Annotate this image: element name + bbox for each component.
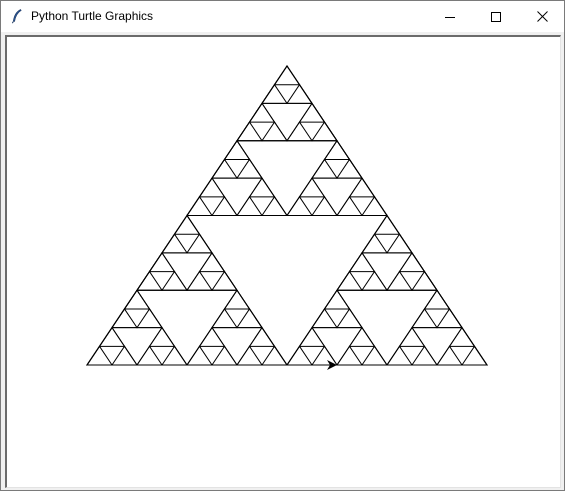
triangle-segment <box>236 121 263 142</box>
triangle-segment <box>123 289 151 310</box>
triangle-segment <box>236 345 263 366</box>
triangle-segment <box>336 345 363 366</box>
triangle-segment <box>261 345 288 366</box>
close-icon <box>536 11 548 22</box>
triangle-segment <box>161 345 188 366</box>
triangle-segment <box>348 177 376 198</box>
triangle-segment <box>148 251 176 273</box>
sierpinski-triangle <box>86 65 488 366</box>
triangle-segment <box>173 214 201 235</box>
triangle-segment <box>223 289 251 310</box>
triangle-segment <box>361 233 388 254</box>
window-title: Python Turtle Graphics <box>31 9 154 23</box>
triangle-segment <box>161 270 188 291</box>
triangle-segment <box>286 121 313 142</box>
triangle-segment <box>361 345 388 366</box>
feather-icon <box>9 8 25 24</box>
triangle-segment <box>198 251 226 273</box>
triangle-segment <box>286 195 313 216</box>
triangle-segment <box>423 289 451 310</box>
triangle-segment <box>186 270 213 291</box>
triangle-segment <box>386 270 413 291</box>
maximize-button[interactable] <box>473 1 519 32</box>
triangle-segment <box>286 83 313 104</box>
triangle-segment <box>261 121 288 142</box>
turtle-canvas-frame[interactable] <box>5 35 561 488</box>
triangle-segment <box>211 345 238 366</box>
triangle-segment <box>336 308 363 329</box>
triangle-segment <box>111 345 138 366</box>
triangle-segment <box>311 308 338 329</box>
triangle-segment <box>448 326 476 347</box>
triangle-segment <box>311 158 338 179</box>
triangle-segment <box>198 177 226 198</box>
triangle-segment <box>211 270 238 291</box>
turtle-window: Python Turtle Graphics <box>0 0 565 491</box>
triangle-segment <box>298 177 326 198</box>
turtle-canvas[interactable] <box>7 37 560 487</box>
triangle-segment <box>198 326 226 347</box>
triangle-segment <box>236 195 263 216</box>
triangle-segment <box>373 214 401 235</box>
triangle-segment <box>398 251 426 273</box>
triangle-segment <box>136 270 163 291</box>
triangle-segment <box>336 158 363 179</box>
triangle-segment <box>323 289 351 310</box>
triangle-segment <box>348 251 376 273</box>
triangle-segment <box>136 308 163 329</box>
triangle-segment <box>111 308 138 329</box>
minimize-button[interactable] <box>427 1 473 32</box>
triangle-segment <box>386 345 413 366</box>
triangle-segment <box>348 326 376 347</box>
minimize-icon <box>445 16 455 18</box>
triangle-segment <box>298 102 326 123</box>
triangle-segment <box>186 195 213 216</box>
triangle-segment <box>398 326 426 347</box>
triangle-segment <box>136 345 163 366</box>
triangle-segment <box>311 195 338 216</box>
triangle-segment <box>411 308 438 329</box>
triangle-segment <box>436 308 463 329</box>
triangle-segment <box>311 345 338 366</box>
triangle-segment <box>323 139 351 160</box>
triangle-segment <box>286 345 313 366</box>
maximize-icon <box>491 11 501 22</box>
triangle-segment <box>298 326 326 347</box>
triangle-segment <box>236 158 263 179</box>
triangle-segment <box>273 65 301 86</box>
triangle-segment <box>411 270 438 291</box>
triangle-segment <box>211 158 238 179</box>
triangle-segment <box>161 233 188 254</box>
triangle-segment <box>436 345 463 366</box>
triangle-segment <box>248 326 276 347</box>
triangle-segment <box>461 345 488 366</box>
triangle-segment <box>236 308 263 329</box>
triangle-segment <box>223 139 251 160</box>
triangle-segment <box>311 121 338 142</box>
triangle-segment <box>186 233 213 254</box>
triangle-segment <box>261 195 288 216</box>
triangle-segment <box>98 326 126 347</box>
triangle-segment <box>86 345 113 366</box>
triangle-segment <box>411 345 438 366</box>
triangle-segment <box>186 345 213 366</box>
triangle-segment <box>248 102 276 123</box>
triangle-segment <box>361 195 388 216</box>
triangle-segment <box>211 195 238 216</box>
title-bar[interactable]: Python Turtle Graphics <box>1 1 564 32</box>
triangle-segment <box>248 177 276 198</box>
close-button[interactable] <box>519 1 565 32</box>
triangle-segment <box>361 270 388 291</box>
triangle-segment <box>336 270 363 291</box>
triangle-segment <box>211 308 238 329</box>
triangle-segment <box>261 83 288 104</box>
triangle-segment <box>336 195 363 216</box>
triangle-segment <box>386 233 413 254</box>
triangle-segment <box>148 326 176 347</box>
